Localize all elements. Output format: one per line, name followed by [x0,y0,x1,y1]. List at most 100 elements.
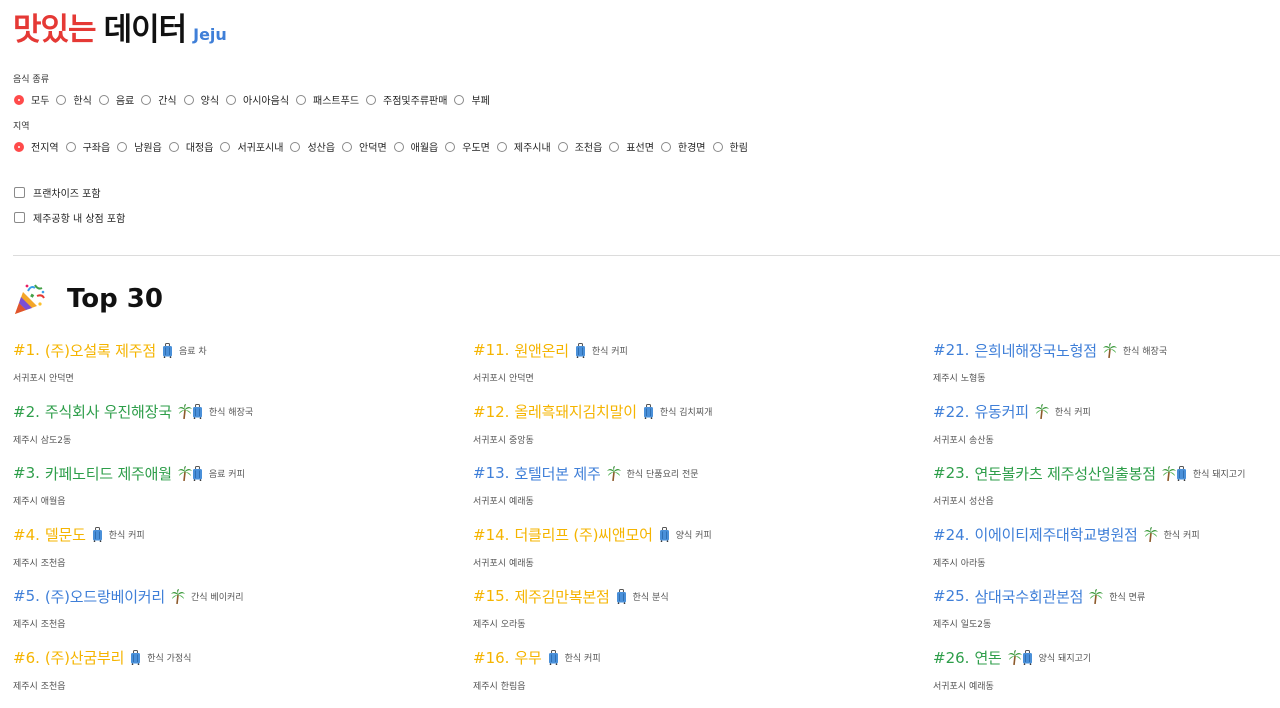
palm-tree-icon [606,465,621,481]
franchise-checkbox-row[interactable]: 프랜차이즈 포함 [14,185,101,200]
palm-tree-icon [177,404,192,420]
food-type-radio[interactable] [296,94,307,105]
food-type-option[interactable]: 패스트푸드 [296,92,366,107]
region-option[interactable]: 대정읍 [168,139,221,154]
restaurant-name[interactable]: (주)오설록 제주점 [45,340,156,361]
restaurant-badges [162,342,173,358]
restaurant-name[interactable]: 연돈 [974,647,1001,668]
restaurant-name-row: #26. 연돈 양식 돼지고기 [933,646,1273,670]
list-item: #25. 삼대국수회관본점 한식 면류 제주시 일도2동 [933,584,1273,646]
region-option[interactable]: 표선면 [609,139,661,154]
food-type-option[interactable]: 한식 [56,92,98,107]
restaurant-location: 서귀포시 예래동 [473,497,534,508]
rank-number: #21. [933,341,970,359]
restaurant-name[interactable]: 호텔더본 제주 [514,463,600,484]
restaurant-name[interactable]: 연돈볼카츠 제주성산일출봉점 [974,463,1156,484]
restaurant-name[interactable]: 카페노티드 제주애월 [45,463,172,484]
region-option[interactable]: 제주시내 [496,139,558,154]
restaurant-badges [92,527,103,543]
region-radio[interactable] [609,141,620,152]
suitcase-icon [1176,465,1186,481]
region-radio[interactable] [445,141,456,152]
restaurant-name-row: #16. 우무 한식 커피 [473,646,813,670]
restaurant-name[interactable]: 주식회사 우진해장국 [45,401,172,422]
region-radio[interactable] [660,141,671,152]
restaurant-tags: 양식 커피 [675,531,712,542]
ranking-column-2: #11. 원앤온리 한식 커피 서귀포시 안덕면 #12. 올레흑돼지김치말이 한식 김치찌… [473,338,813,708]
region-option[interactable]: 애월읍 [393,139,446,154]
rank-number: #26. [933,648,970,667]
region-option-label: 서귀포시내 [237,143,284,154]
region-radio[interactable] [290,141,301,152]
restaurant-name[interactable]: 델문도 [45,524,86,545]
region-radio[interactable] [712,141,723,152]
palm-tree-icon [177,465,192,481]
franchise-checkbox[interactable] [14,187,25,198]
region-radio[interactable] [393,141,404,152]
food-type-option[interactable]: 음료 [98,92,141,107]
region-option[interactable]: 남원읍 [117,139,169,154]
airport-checkbox[interactable] [14,212,25,223]
food-type-radio[interactable] [98,94,109,105]
list-item: #22. 유동커피 한식 커피 서귀포시 송산동 [933,400,1273,462]
food-type-radio[interactable] [14,94,24,105]
restaurant-name[interactable]: 원앤온리 [514,340,569,361]
restaurant-name[interactable]: 은희네해장국노형점 [974,340,1097,361]
region-option[interactable]: 성산읍 [290,139,342,154]
food-type-option[interactable]: 모두 [14,92,56,107]
restaurant-name[interactable]: 제주김만복본점 [514,586,609,607]
restaurant-name[interactable]: 유동커피 [974,401,1029,422]
list-item: #26. 연돈 양식 돼지고기 서귀포시 예래동 [933,646,1273,708]
region-radio[interactable] [14,141,24,152]
food-type-option[interactable]: 부페 [454,92,496,107]
region-radio[interactable] [557,141,568,152]
food-type-option[interactable]: 간식 [141,92,183,107]
franchise-checkbox-label: 프랜차이즈 포함 [33,189,101,200]
food-type-option-label: 모두 [31,96,50,107]
restaurant-location: 서귀포시 안덕면 [13,374,74,384]
region-option[interactable]: 전지역 [14,139,66,154]
region-radio[interactable] [65,141,76,152]
region-option[interactable]: 우도면 [445,139,497,154]
restaurant-name[interactable]: (주)오드랑베이커리 [45,586,165,607]
restaurant-name[interactable]: 이에이티제주대학교병원점 [974,524,1137,545]
region-radio[interactable] [117,141,128,152]
restaurant-name[interactable]: 우무 [514,647,541,668]
list-item: #3. 카페노티드 제주애월 음료 커피 제주시 애월읍 [13,461,353,523]
region-option-label: 대정읍 [185,143,214,154]
section-divider [13,255,1280,256]
region-radio[interactable] [220,141,231,152]
restaurant-name[interactable]: 더클리프 (주)씨앤모어 [514,524,652,545]
region-option[interactable]: 서귀포시내 [220,139,290,154]
region-option[interactable]: 조천읍 [557,139,610,154]
restaurant-location: 제주시 조천읍 [13,558,66,569]
food-type-radio[interactable] [454,94,465,105]
restaurant-badges [1007,650,1033,666]
region-option[interactable]: 한경면 [660,139,713,154]
restaurant-name[interactable]: (주)산굼부리 [45,647,125,668]
region-option[interactable]: 한림 [712,139,755,154]
region-option[interactable]: 안덕면 [342,139,394,154]
region-radio[interactable] [168,141,179,152]
region-option[interactable]: 구좌읍 [65,139,118,154]
restaurant-name[interactable]: 올레흑돼지김치말이 [514,401,637,422]
region-radio[interactable] [496,141,507,152]
ranking-column-3: #21. 은희네해장국노형점 한식 해장국 제주시 노형동 #22. 유동커피 한식 커피 서… [933,338,1273,708]
food-type-option-label: 양식 [200,96,220,107]
food-type-radio[interactable] [183,94,194,105]
airport-checkbox-row[interactable]: 제주공항 내 상점 포함 [14,210,125,225]
food-type-option[interactable]: 주점및주류판매 [366,92,454,107]
food-type-option[interactable]: 아시아음식 [226,92,296,107]
list-item: #6. (주)산굼부리 한식 가정식 제주시 조천읍 [13,646,353,708]
restaurant-name-row: #25. 삼대국수회관본점 한식 면류 [933,584,1273,608]
food-type-option[interactable]: 양식 [183,92,226,107]
region-radio[interactable] [342,141,353,152]
suitcase-icon [162,342,172,358]
food-type-radio[interactable] [56,94,67,105]
food-type-radio[interactable] [366,94,377,105]
food-type-radio[interactable] [226,94,237,105]
restaurant-badges [171,588,185,604]
food-type-radio[interactable] [141,94,152,105]
restaurant-name-row: #5. (주)오드랑베이커리 간식 베이커리 [13,584,353,608]
restaurant-name[interactable]: 삼대국수회관본점 [974,586,1083,607]
